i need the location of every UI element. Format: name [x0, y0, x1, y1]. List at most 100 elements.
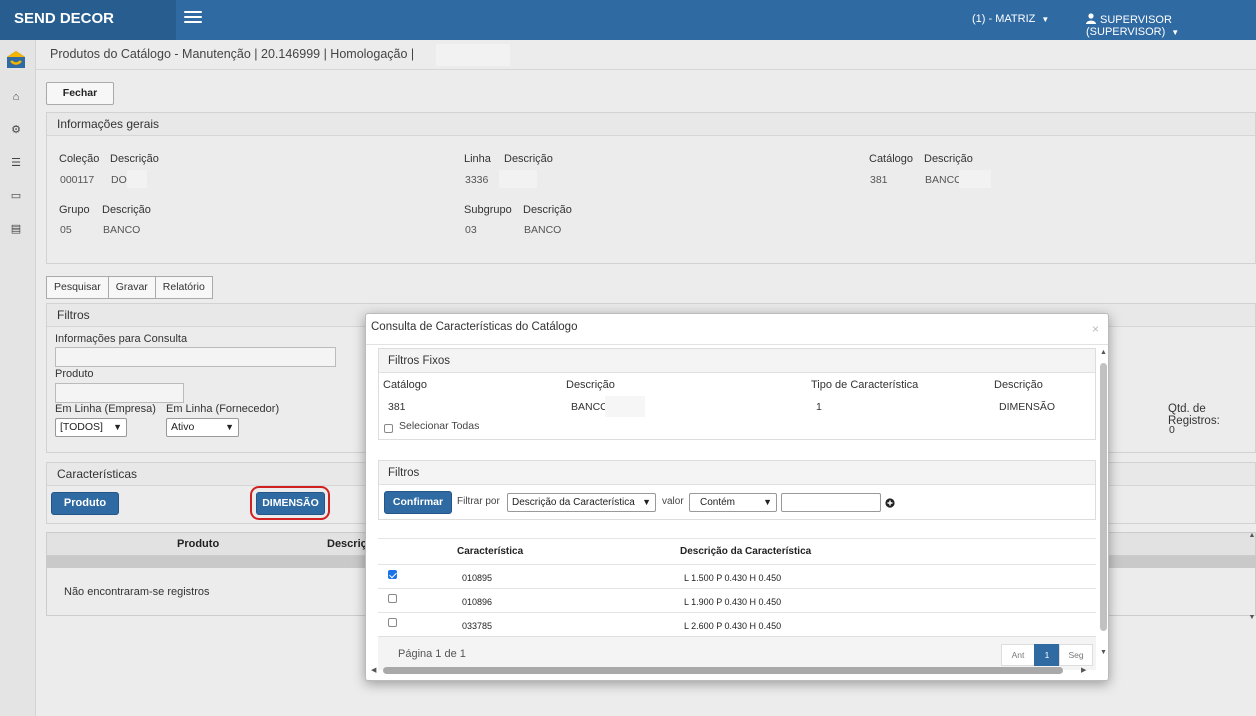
scroll-down-icon[interactable]: ▼ — [1100, 649, 1107, 656]
home-icon[interactable]: ⌂ — [10, 91, 22, 103]
scroll-right-icon[interactable]: ▶ — [1081, 666, 1086, 674]
row-code: 010896 — [462, 597, 493, 607]
user-menu[interactable]: SUPERVISOR (SUPERVISOR) ▼ — [1086, 13, 1256, 38]
table-row[interactable]: 033785 L 2.600 P 0.430 H 0.450 — [378, 612, 1096, 636]
linha-empresa-select[interactable]: [TODOS] ▼ — [55, 418, 127, 437]
descricao-value: BANCO — [571, 401, 609, 413]
linha-fornecedor-value: Ativo — [171, 421, 195, 433]
descricao-label: Descrição — [102, 204, 151, 216]
menu-icon[interactable] — [184, 11, 202, 25]
sliders-icon[interactable]: ☰ — [10, 157, 22, 169]
dialog-horizontal-scrollbar[interactable]: ◀ ▶ — [371, 666, 1093, 675]
chevron-down-icon: ▼ — [1041, 15, 1050, 24]
filtrar-por-select[interactable]: Descrição da Característica ▼ — [507, 493, 656, 512]
branch-selector[interactable]: (1) - MATRIZ ▼ — [972, 13, 1049, 25]
catalogo-value: 381 — [388, 401, 406, 413]
linha-value: 3336 — [465, 174, 489, 186]
tipo-value: 1 — [816, 401, 822, 413]
row-checkbox[interactable] — [388, 570, 397, 579]
dimensao-button[interactable]: DIMENSÃO — [256, 492, 325, 515]
cogs-icon[interactable]: ⚙ — [10, 124, 22, 136]
scrollbar[interactable]: ▲ ▼ — [1248, 532, 1256, 628]
linha-fornecedor-select[interactable]: Ativo ▼ — [166, 418, 239, 437]
consulta-input[interactable] — [55, 347, 336, 367]
page-1-button[interactable]: 1 — [1034, 644, 1060, 666]
linha-empresa-value: [TODOS] — [60, 421, 103, 433]
descricao-label: Descrição — [924, 153, 973, 165]
row-desc: L 1.500 P 0.430 H 0.450 — [684, 573, 782, 583]
pager: Ant 1 Seg — [1001, 644, 1095, 666]
empty-message: Não encontraram-se registros — [64, 586, 210, 598]
fixed-filters-box: Filtros Fixos Catálogo Descrição Tipo de… — [378, 348, 1096, 440]
row-desc: L 1.900 P 0.430 H 0.450 — [684, 597, 782, 607]
dialog-body: Filtros Fixos Catálogo Descrição Tipo de… — [378, 348, 1096, 670]
chevron-down-icon: ▼ — [642, 497, 651, 507]
scroll-up-icon[interactable]: ▲ — [1248, 532, 1256, 539]
gravar-button[interactable]: Gravar — [107, 276, 156, 299]
redacted-block — [436, 44, 510, 66]
divider — [36, 69, 1256, 70]
col-descricao-caracteristica[interactable]: Descrição da Característica — [680, 546, 811, 557]
dialog-title: Consulta de Características do Catálogo — [371, 321, 578, 333]
row-checkbox[interactable] — [388, 594, 397, 603]
chevron-down-icon: ▼ — [225, 422, 234, 432]
filtrar-por-value: Descrição da Característica — [512, 497, 635, 508]
pesquisar-button[interactable]: Pesquisar — [46, 276, 109, 299]
operator-value: Contém — [700, 497, 736, 508]
brand-logo[interactable]: SEND DECOR — [0, 0, 176, 40]
tipo-desc-value: DIMENSÃO — [999, 401, 1056, 413]
row-desc: L 2.600 P 0.430 H 0.450 — [684, 621, 782, 631]
page-info: Página 1 de 1 — [398, 648, 466, 660]
redacted-block — [605, 396, 645, 417]
descricao-label: Descrição — [523, 204, 572, 216]
close-icon[interactable]: × — [1092, 322, 1099, 336]
colecao-label: Coleção — [59, 153, 100, 165]
tipo-label: Tipo de Característica — [811, 379, 919, 391]
app-logo-icon[interactable] — [5, 49, 27, 71]
col-produto[interactable]: Produto — [177, 538, 219, 550]
subgrupo-label: Subgrupo — [464, 204, 512, 216]
qtd-registros-label: Qtd. de Registros: — [1168, 403, 1220, 427]
scroll-left-icon[interactable]: ◀ — [371, 666, 376, 674]
select-all-label: Selecionar Todas — [399, 420, 480, 432]
colecao-desc-value: DO — [111, 174, 127, 186]
file-icon[interactable]: ▤ — [10, 223, 22, 235]
pagination-bar: Página 1 de 1 Ant 1 Seg — [378, 636, 1096, 670]
chevron-down-icon: ▼ — [1171, 28, 1180, 37]
colecao-value: 000117 — [60, 174, 95, 186]
operator-select[interactable]: Contém ▼ — [689, 493, 777, 512]
redacted-block — [499, 170, 537, 188]
linha-fornecedor-label: Em Linha (Fornecedor) — [166, 403, 280, 415]
qtd-registros-value: 0 — [1169, 424, 1175, 436]
produto-button[interactable]: Produto — [51, 492, 119, 515]
add-circle-icon[interactable] — [885, 498, 895, 508]
col-caracteristica[interactable]: Característica — [457, 546, 523, 557]
scroll-thumb[interactable] — [383, 667, 1063, 674]
table-row[interactable]: 010895 L 1.500 P 0.430 H 0.450 — [378, 564, 1096, 588]
catalogo-label: Catálogo — [869, 153, 914, 165]
scroll-down-icon[interactable]: ▼ — [1248, 614, 1256, 621]
close-button[interactable]: Fechar — [46, 82, 114, 105]
catalogo-value: 381 — [870, 174, 888, 186]
grupo-label: Grupo — [59, 204, 90, 216]
row-checkbox[interactable] — [388, 618, 397, 627]
scroll-up-icon[interactable]: ▲ — [1100, 349, 1107, 356]
general-info-panel: Informações gerais Coleção Descrição 000… — [46, 112, 1256, 264]
next-page-button[interactable]: Seg — [1059, 644, 1093, 666]
table-row[interactable]: 010896 L 1.900 P 0.430 H 0.450 — [378, 588, 1096, 612]
produto-input[interactable] — [55, 383, 184, 403]
relatorio-button[interactable]: Relatório — [154, 276, 213, 299]
user-name: SUPERVISOR (SUPERVISOR) — [1086, 14, 1172, 38]
user-icon — [1086, 13, 1096, 24]
search-input[interactable] — [781, 493, 881, 512]
redacted-block — [127, 170, 147, 188]
dialog-vertical-scrollbar[interactable]: ▲ ▼ — [1099, 349, 1108, 661]
redacted-block — [959, 170, 991, 188]
linha-empresa-label: Em Linha (Empresa) — [55, 403, 156, 415]
prev-page-button[interactable]: Ant — [1001, 644, 1035, 666]
confirm-button[interactable]: Confirmar — [384, 491, 452, 514]
select-all-checkbox[interactable] — [384, 424, 393, 433]
scroll-thumb[interactable] — [1100, 363, 1107, 631]
laptop-icon[interactable]: ▭ — [10, 190, 22, 202]
linha-label: Linha — [464, 153, 491, 165]
